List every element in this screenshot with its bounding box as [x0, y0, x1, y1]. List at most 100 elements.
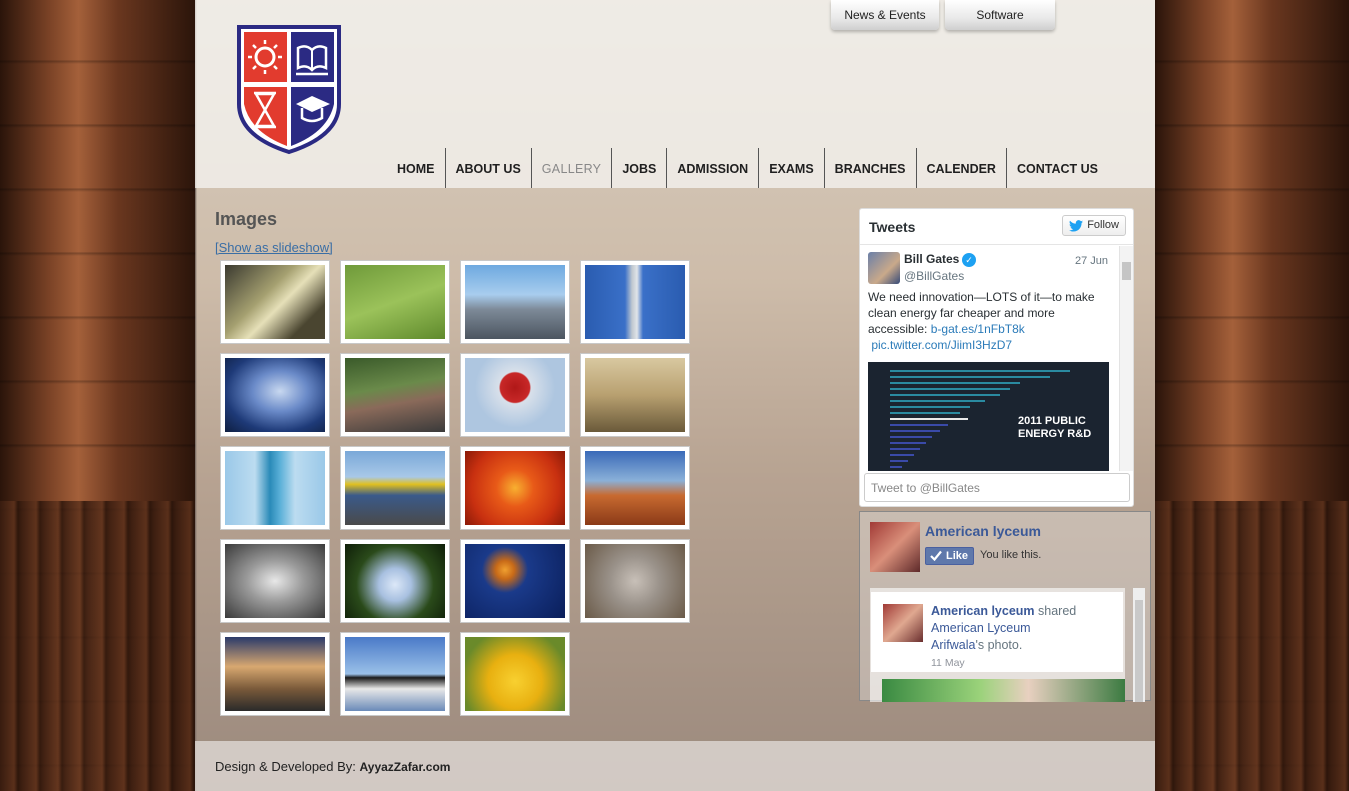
main-content: Images [Show as slideshow] Tweets Follow…	[195, 188, 1155, 741]
penguins-photo	[345, 637, 445, 711]
tweet-image[interactable]: 2011 PUBLIC ENERGY R&D	[868, 362, 1109, 471]
nav-jobs[interactable]: JOBS	[611, 148, 666, 188]
footer-developer[interactable]: AyyazZafar.com	[360, 760, 451, 774]
gallery-thumbnail[interactable]	[220, 260, 330, 344]
page-container: News & Events Software HOME ABOUT US GAL…	[195, 0, 1155, 791]
tweet-image-title-1: 2011 PUBLIC	[1018, 415, 1086, 427]
gallery-thumbnail[interactable]	[460, 353, 570, 437]
jellyfish-photo	[465, 544, 565, 618]
hydrangea-photo	[345, 544, 445, 618]
gallery-thumbnail[interactable]	[340, 260, 450, 344]
nav-contact-us[interactable]: CONTACT US	[1005, 148, 1108, 188]
koala-photo	[585, 544, 685, 618]
scrollbar-thumb[interactable]	[1122, 262, 1131, 280]
tulips-photo	[465, 637, 565, 711]
post-author[interactable]: American lyceum	[931, 604, 1035, 618]
desert-photo	[585, 451, 685, 525]
gallery-thumbnail[interactable]	[580, 539, 690, 623]
post-image[interactable]	[882, 679, 1125, 702]
bridge-photo	[225, 265, 325, 339]
footer-prefix: Design & Developed By:	[215, 759, 356, 774]
tower-photo	[585, 265, 685, 339]
avatar[interactable]	[868, 252, 900, 284]
twitter-header: Tweets Follow	[860, 209, 1133, 245]
nav-gallery[interactable]: GALLERY	[530, 148, 612, 188]
nav-admission[interactable]: ADMISSION	[666, 148, 758, 188]
gallery-thumbnail[interactable]	[340, 353, 450, 437]
school-logo[interactable]	[236, 24, 342, 155]
gallery-thumbnail[interactable]	[220, 446, 330, 530]
main-nav: HOME ABOUT US GALLERY JOBS ADMISSION EXA…	[387, 148, 1108, 188]
gallery-thumbnail[interactable]	[340, 632, 450, 716]
balance-photo	[585, 358, 685, 432]
facebook-post: American lyceum shared American Lyceum A…	[871, 592, 1123, 672]
nav-branches[interactable]: BRANCHES	[823, 148, 916, 188]
gallery-thumbnail[interactable]	[220, 632, 330, 716]
street-photo	[345, 358, 445, 432]
gallery-thumbnail[interactable]	[460, 632, 570, 716]
gallery-thumbnail[interactable]	[220, 353, 330, 437]
facebook-like-button[interactable]: Like	[925, 547, 974, 565]
tweet-link[interactable]: b-gat.es/1nFbT8k	[931, 322, 1025, 336]
follow-button[interactable]: Follow	[1062, 215, 1126, 236]
post-avatar[interactable]	[883, 604, 923, 642]
header: News & Events Software HOME ABOUT US GAL…	[195, 0, 1155, 188]
gallery-thumbnail[interactable]	[580, 353, 690, 437]
tweet-item: Bill Gates ✓ @BillGates 27 Jun We need i…	[860, 246, 1120, 471]
follow-label: Follow	[1087, 219, 1119, 231]
nav-about-us[interactable]: ABOUT US	[444, 148, 531, 188]
facebook-stream: American lyceum shared American Lyceum A…	[870, 588, 1125, 702]
post-photo-suffix: 's photo.	[975, 638, 1023, 652]
tweet-author-name[interactable]: Bill Gates	[904, 252, 959, 266]
gallery-thumbnail[interactable]	[340, 539, 450, 623]
gallery-thumbnail[interactable]	[460, 446, 570, 530]
facebook-page-avatar[interactable]	[870, 522, 920, 572]
software-tab[interactable]: Software	[945, 0, 1055, 30]
field-photo	[345, 265, 445, 339]
tweet-text: We need innovation—LOTS of it—to make cl…	[868, 289, 1108, 353]
scrollbar-thumb[interactable]	[1135, 600, 1143, 702]
tweet-date[interactable]: 27 Jun	[1075, 255, 1108, 267]
facebook-page-name[interactable]: American lyceum	[925, 523, 1041, 539]
lighthouse-photo	[225, 637, 325, 711]
you-like-text: You like this.	[980, 549, 1042, 561]
footer-credit: Design & Developed By: AyyazZafar.com	[215, 759, 450, 774]
tweet-to-input[interactable]: Tweet to @BillGates	[864, 473, 1130, 502]
tweet-pic-link[interactable]: pic.twitter.com/JiimI3HzD7	[871, 338, 1012, 352]
post-shared-page[interactable]: American Lyceum	[931, 621, 1031, 635]
truck-photo	[345, 451, 445, 525]
horse-sculpture-photo	[225, 544, 325, 618]
twitter-title: Tweets	[869, 219, 916, 235]
gallery-thumbnail[interactable]	[580, 446, 690, 530]
nav-calender[interactable]: CALENDER	[915, 148, 1006, 188]
like-label: Like	[946, 550, 969, 562]
glass-dome-photo	[225, 358, 325, 432]
post-action: shared	[1038, 604, 1077, 618]
slideshow-link[interactable]: [Show as slideshow]	[215, 240, 333, 255]
nav-home[interactable]: HOME	[387, 148, 445, 188]
tweet-author-handle[interactable]: @BillGates	[904, 269, 964, 283]
twitter-bird-icon	[1069, 220, 1083, 232]
gallery-thumbnail[interactable]	[460, 260, 570, 344]
twitter-widget: Tweets Follow Bill Gates ✓ @BillGates 27…	[859, 208, 1134, 507]
facebook-widget: American lyceum Like You like this. Amer…	[859, 511, 1151, 702]
gallery-thumbnail[interactable]	[460, 539, 570, 623]
footer: Design & Developed By: AyyazZafar.com	[195, 741, 1155, 791]
post-date[interactable]: 11 May	[931, 657, 965, 669]
building-photo	[465, 265, 565, 339]
post-photo-owner[interactable]: Arifwala	[931, 638, 975, 652]
nav-exams[interactable]: EXAMS	[758, 148, 823, 188]
gallery-thumbnail[interactable]	[580, 260, 690, 344]
twisted-tower-photo	[225, 451, 325, 525]
gallery-thumbnail[interactable]	[220, 539, 330, 623]
facebook-scrollbar[interactable]	[1133, 588, 1145, 702]
post-header: American lyceum shared	[931, 604, 1076, 618]
tweets-scrollbar[interactable]	[1119, 246, 1133, 471]
flower-photo	[465, 451, 565, 525]
post-shared-photo[interactable]: Arifwala's photo.	[931, 638, 1022, 652]
right-wainscot	[1155, 501, 1349, 791]
gallery-thumbnail[interactable]	[340, 446, 450, 530]
left-wainscot	[0, 501, 196, 791]
heart-tree-photo	[465, 358, 565, 432]
news-events-tab[interactable]: News & Events	[831, 0, 939, 30]
